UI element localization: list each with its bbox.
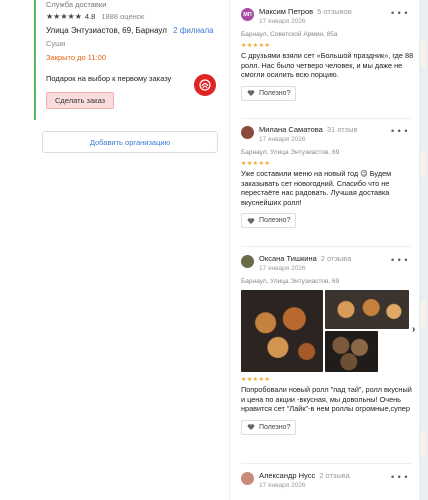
review-text: Попробовали новый ролл "пад тай", ролл в… (241, 385, 412, 413)
useful-button[interactable]: Полезно? (241, 419, 297, 435)
more-options-icon[interactable]: • • • (391, 8, 408, 18)
reviewer-name[interactable]: Максим Петров (259, 7, 313, 16)
map-road (421, 300, 426, 328)
review-date: 17 января 2026 (259, 136, 306, 143)
review-date: 17 января 2026 (259, 18, 306, 25)
gift-text: Подарок на выбор к первому заказу (46, 74, 172, 83)
divider (241, 118, 412, 119)
org-ratings-count[interactable]: 1888 оценок (101, 12, 144, 21)
useful-label: Полезно? (259, 89, 291, 97)
reviewer-line: Милана Саматова 31 отзыв (259, 125, 358, 134)
review-photos: › (241, 290, 416, 372)
reviews-panel: МП Максим Петров 5 отзывов 17 января 2026… (229, 0, 419, 500)
review-header: Оксана Тишкина 2 отзыва 17 января 2026 • … (241, 252, 416, 274)
org-hours: Закрыто до 11:00 (46, 53, 106, 62)
organization-panel: Служба доставки ★★★★★ 4.8 1888 оценок Ул… (0, 0, 229, 500)
review-item: Милана Саматова 31 отзыв 17 января 2026 •… (241, 123, 416, 228)
review-header: Александр Нусс 2 отзыва 17 января 2026 • … (241, 469, 416, 491)
reviewer-review-count: 5 отзывов (317, 7, 352, 16)
avatar[interactable] (241, 255, 254, 268)
org-cuisine: Суши (46, 39, 66, 48)
review-text: С друзьями взяли сет «Большой праздник»,… (241, 51, 414, 79)
review-header: МП Максим Петров 5 отзывов 17 января 2026… (241, 5, 416, 27)
reviewer-review-count: 2 отзыва (320, 254, 352, 263)
map-edge[interactable] (419, 0, 428, 500)
review-date: 17 января 2026 (259, 265, 306, 272)
add-organization-button[interactable]: Добавить организацию (42, 131, 218, 153)
review-item: МП Максим Петров 5 отзывов 17 января 2026… (241, 5, 416, 101)
org-rating-value: 4.8 (84, 12, 96, 21)
review-item: Александр Нусс 2 отзыва 17 января 2026 • … (241, 469, 416, 491)
avatar[interactable] (241, 472, 254, 485)
reviewer-review-count: 2 отзыва (319, 471, 350, 480)
review-stars: ★★★★★ (241, 377, 271, 383)
reviewer-name[interactable]: Милана Саматова (259, 125, 323, 134)
useful-button[interactable]: Полезно? (241, 213, 297, 228)
map-road (421, 430, 426, 458)
useful-label: Полезно? (259, 423, 291, 431)
map-road (421, 40, 426, 68)
reviewer-name[interactable]: Оксана Тишкина (259, 254, 317, 263)
review-photo[interactable] (325, 331, 378, 372)
org-rating-stars: ★★★★★ (46, 12, 82, 21)
more-options-icon[interactable]: • • • (391, 472, 408, 482)
reviewer-line: Оксана Тишкина 2 отзыва (259, 254, 351, 263)
more-options-icon[interactable]: • • • (391, 126, 408, 136)
review-branch: Барнаул, Улица Энтузиастов, 69 (241, 149, 340, 156)
review-photo[interactable] (241, 290, 323, 372)
review-header: Милана Саматова 31 отзыв 17 января 2026 •… (241, 123, 416, 145)
review-photo[interactable] (325, 290, 409, 329)
useful-label: Полезно? (259, 217, 291, 224)
avatar[interactable] (241, 126, 254, 139)
reviewer-line: Максим Петров 5 отзывов (259, 7, 352, 16)
reviewer-name[interactable]: Александр Нусс (259, 471, 315, 480)
more-options-icon[interactable]: • • • (391, 255, 408, 265)
map-road (421, 150, 426, 178)
heart-icon (247, 424, 255, 430)
reviewer-line: Александр Нусс 2 отзыва (259, 471, 350, 480)
org-address-line: Улица Энтузиастов, 69, Барнаул 2 филиала (46, 26, 214, 35)
avatar[interactable]: МП (241, 8, 254, 21)
reviewer-review-count: 31 отзыв (326, 125, 358, 134)
org-rating-row[interactable]: ★★★★★ 4.8 1888 оценок (46, 12, 144, 21)
review-stars: ★★★★★ (241, 161, 271, 167)
photos-next-arrow-icon[interactable]: › (412, 324, 415, 335)
heart-icon (247, 217, 255, 224)
brand-logo-icon (199, 79, 211, 91)
review-text: Уже составили меню на новый год 😉 Будем … (241, 169, 392, 207)
useful-button[interactable]: Полезно? (241, 85, 297, 101)
review-branch: Барнаул, Советской Армии, 85а (241, 31, 338, 38)
review-item: Оксана Тишкина 2 отзыва 17 января 2026 • … (241, 252, 416, 435)
divider (241, 246, 412, 247)
review-stars: ★★★★★ (241, 43, 271, 49)
divider (241, 463, 412, 464)
heart-icon (247, 90, 255, 96)
org-category: Служба доставки (46, 0, 107, 9)
org-address: Улица Энтузиастов, 69, Барнаул (46, 26, 167, 35)
brand-logo[interactable] (194, 74, 216, 96)
review-branch: Барнаул, Улица Энтузиастов, 69 (241, 278, 340, 285)
order-button[interactable]: Сделать заказ (46, 92, 115, 109)
org-branches-link[interactable]: 2 филиала (173, 26, 213, 35)
organization-card[interactable]: Служба доставки ★★★★★ 4.8 1888 оценок Ул… (34, 0, 229, 120)
review-date: 17 января 2026 (259, 482, 306, 489)
